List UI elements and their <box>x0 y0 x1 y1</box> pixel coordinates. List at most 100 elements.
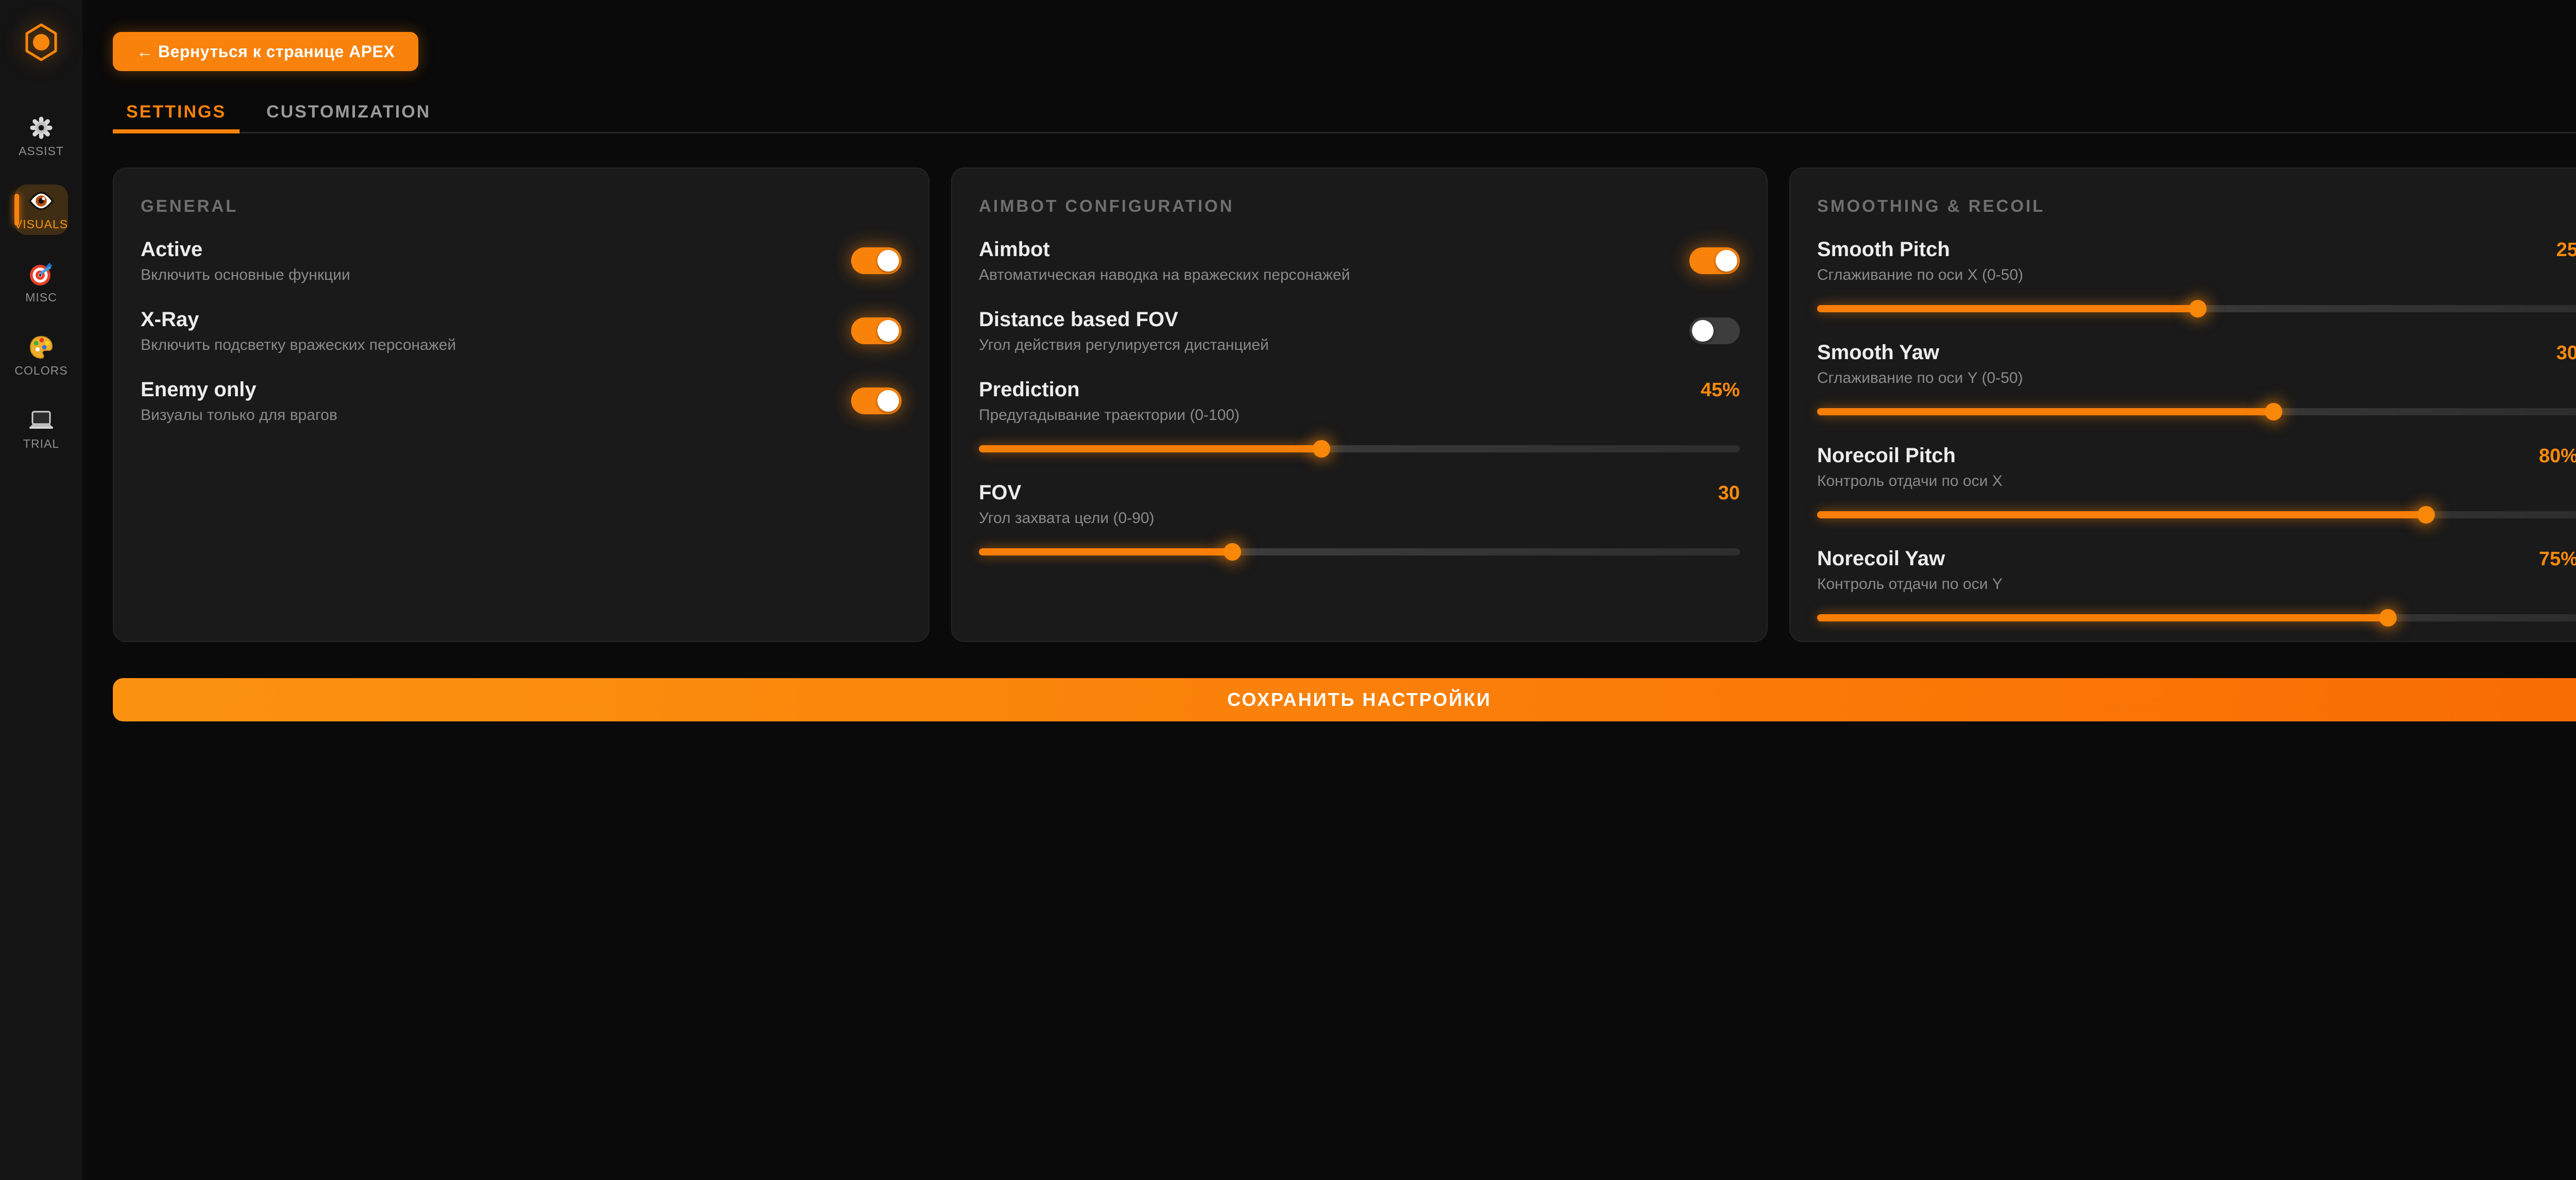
panel-general: GENERAL Active Включить основные функции… <box>113 167 929 642</box>
sidebar-nav: ASSIST VISUALS <box>14 111 68 454</box>
setting-label: X-Ray <box>141 307 456 332</box>
setting-row-aimbot: Aimbot Автоматическая наводка на вражеск… <box>979 237 1740 284</box>
setting-description: Контроль отдачи по оси X <box>1817 472 2576 491</box>
slider-norecoil-yaw[interactable] <box>1817 609 2576 627</box>
toggle-active[interactable] <box>851 247 902 274</box>
hexagon-logo-icon[interactable] <box>24 23 58 62</box>
setting-label: Enemy only <box>141 377 337 402</box>
slider-fov[interactable] <box>979 543 1740 561</box>
setting-description: Угол действия регулируется дистанцией <box>979 336 1269 355</box>
setting-value: 80% <box>2539 445 2576 467</box>
tab-customization[interactable]: CUSTOMIZATION <box>253 103 444 133</box>
slider-thumb[interactable] <box>2379 609 2397 627</box>
slider-thumb[interactable] <box>2265 403 2282 420</box>
setting-value: 45% <box>1701 379 1740 401</box>
panel-smoothing-recoil: SMOOTHING & RECOIL Smooth Pitch 25 Сглаж… <box>1789 167 2576 642</box>
laptop-icon <box>28 408 54 433</box>
setting-row-xray: X-Ray Включить подсветку вражеских персо… <box>141 307 902 355</box>
setting-label: Norecoil Pitch <box>1817 443 1956 468</box>
app-window: ASSIST VISUALS <box>0 0 2576 1180</box>
setting-description: Визуалы только для врагов <box>141 406 337 425</box>
setting-description: Автоматическая наводка на вражеских перс… <box>979 266 1350 284</box>
slider-norecoil-pitch[interactable] <box>1817 506 2576 524</box>
target-icon <box>28 261 54 287</box>
slider-fill <box>979 445 1321 452</box>
setting-label: Active <box>141 237 350 262</box>
sidebar-item-visuals[interactable]: VISUALS <box>14 184 68 235</box>
slider-fill <box>979 548 1232 555</box>
save-settings-button[interactable]: СОХРАНИТЬ НАСТРОЙКИ <box>113 678 2576 721</box>
sidebar: ASSIST VISUALS <box>0 0 82 1180</box>
setting-label: Smooth Pitch <box>1817 237 1950 262</box>
slider-smooth-yaw[interactable] <box>1817 403 2576 420</box>
setting-label: Smooth Yaw <box>1817 340 1939 365</box>
toggle-distance-based-fov[interactable] <box>1689 317 1740 344</box>
sidebar-item-label: ASSIST <box>19 144 64 158</box>
setting-row-active: Active Включить основные функции <box>141 237 902 284</box>
slider-thumb[interactable] <box>1313 440 1330 458</box>
setting-row-distance-based-fov: Distance based FOV Угол действия регулир… <box>979 307 1740 355</box>
toggle-aimbot[interactable] <box>1689 247 1740 274</box>
setting-label: Prediction <box>979 377 1080 402</box>
setting-label: FOV <box>979 480 1021 505</box>
setting-value: 75% <box>2539 548 2576 570</box>
tab-settings[interactable]: SETTINGS <box>113 103 240 133</box>
setting-description: Контроль отдачи по оси Y <box>1817 575 2576 594</box>
slider-thumb[interactable] <box>1224 543 1241 561</box>
setting-description: Угол захвата цели (0-90) <box>979 509 1740 528</box>
main-content: ← Вернуться к странице APEX SETTINGS CUS… <box>82 0 2576 1180</box>
slider-thumb[interactable] <box>2417 506 2435 524</box>
setting-description: Предугадывание траектории (0-100) <box>979 406 1740 425</box>
setting-row-smooth-yaw: Smooth Yaw 30 Сглаживание по оси Y (0-50… <box>1817 340 2576 420</box>
slider-prediction[interactable] <box>979 440 1740 458</box>
setting-label: Distance based FOV <box>979 307 1269 332</box>
slider-fill <box>1817 305 2198 312</box>
toggle-knob <box>1716 250 1737 272</box>
sidebar-item-misc[interactable]: MISC <box>14 258 68 308</box>
setting-description: Сглаживание по оси X (0-50) <box>1817 266 2576 284</box>
setting-description: Включить подсветку вражеских персонажей <box>141 336 456 355</box>
panel-aimbot-configuration: AIMBOT CONFIGURATION Aimbot Автоматическ… <box>951 167 1768 642</box>
sidebar-item-label: TRIAL <box>23 437 59 451</box>
palette-icon <box>28 334 54 360</box>
sidebar-item-trial[interactable]: TRIAL <box>14 404 68 454</box>
setting-value: 25 <box>2556 239 2576 261</box>
sidebar-item-assist[interactable]: ASSIST <box>14 111 68 162</box>
setting-value: 30 <box>2556 342 2576 364</box>
toggle-enemy-only[interactable] <box>851 387 902 414</box>
panel-title: SMOOTHING & RECOIL <box>1817 197 2576 214</box>
toggle-knob <box>1692 320 1714 342</box>
slider-fill <box>1817 511 2426 518</box>
setting-row-prediction: Prediction 45% Предугадывание траектории… <box>979 377 1740 458</box>
toggle-knob <box>877 390 899 412</box>
back-to-apex-button[interactable]: ← Вернуться к странице APEX <box>113 32 418 71</box>
gear-icon <box>28 115 54 141</box>
slider-fill <box>1817 614 2388 621</box>
sidebar-item-label: COLORS <box>14 364 67 378</box>
toggle-knob <box>877 250 899 272</box>
setting-label: Aimbot <box>979 237 1350 262</box>
tab-bar: SETTINGS CUSTOMIZATION <box>113 103 2576 133</box>
slider-thumb[interactable] <box>2189 300 2207 317</box>
sidebar-item-label: VISUALS <box>14 217 68 231</box>
sidebar-item-label: MISC <box>25 291 57 305</box>
setting-description: Сглаживание по оси Y (0-50) <box>1817 369 2576 387</box>
setting-label: Norecoil Yaw <box>1817 546 1945 571</box>
setting-row-norecoil-pitch: Norecoil Pitch 80% Контроль отдачи по ос… <box>1817 443 2576 524</box>
sidebar-item-colors[interactable]: COLORS <box>14 331 68 381</box>
slider-smooth-pitch[interactable] <box>1817 300 2576 317</box>
setting-row-enemy-only: Enemy only Визуалы только для врагов <box>141 377 902 425</box>
toggle-xray[interactable] <box>851 317 902 344</box>
setting-row-fov: FOV 30 Угол захвата цели (0-90) <box>979 480 1740 561</box>
setting-description: Включить основные функции <box>141 266 350 284</box>
eye-icon <box>28 188 54 214</box>
active-indicator <box>14 194 19 226</box>
settings-panels: GENERAL Active Включить основные функции… <box>113 167 2576 642</box>
setting-row-smooth-pitch: Smooth Pitch 25 Сглаживание по оси X (0-… <box>1817 237 2576 317</box>
setting-value: 30 <box>1718 482 1740 504</box>
slider-fill <box>1817 408 2274 415</box>
panel-title: AIMBOT CONFIGURATION <box>979 197 1740 214</box>
toggle-knob <box>877 320 899 342</box>
setting-row-norecoil-yaw: Norecoil Yaw 75% Контроль отдачи по оси … <box>1817 546 2576 627</box>
panel-title: GENERAL <box>141 197 902 214</box>
